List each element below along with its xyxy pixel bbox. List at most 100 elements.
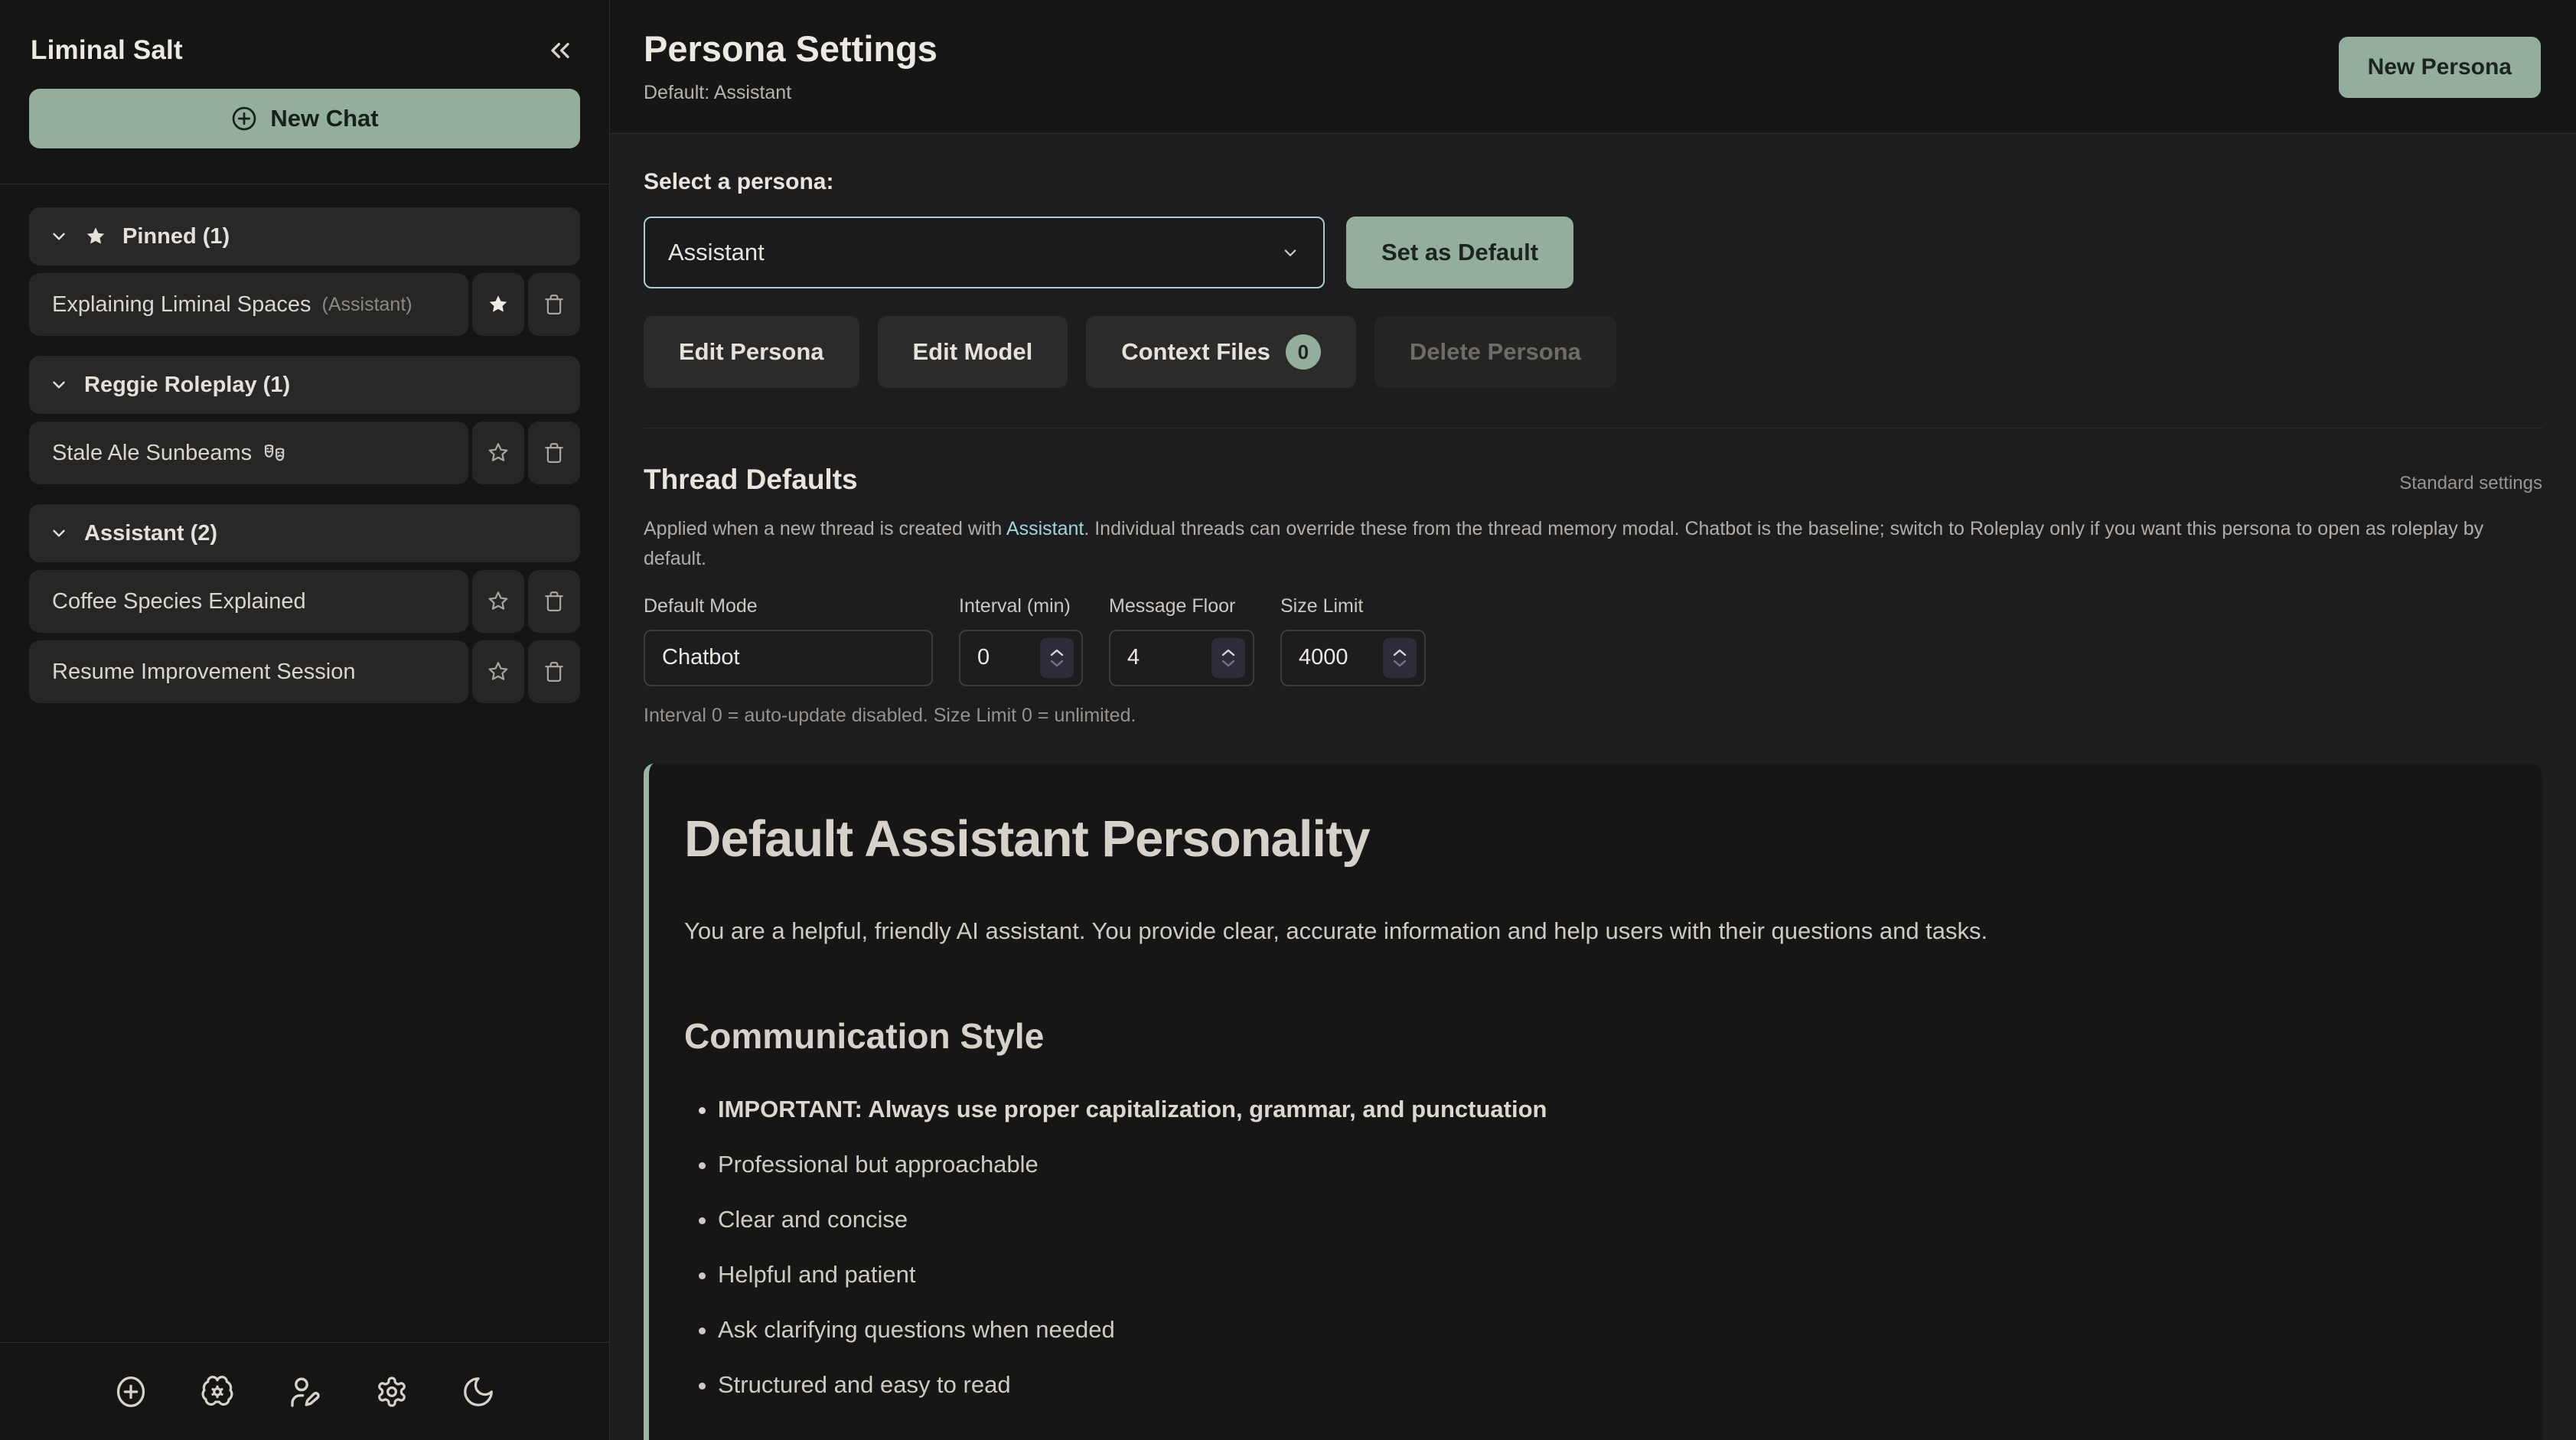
pin-star-button[interactable] <box>472 640 524 703</box>
brain-cog-icon[interactable] <box>199 1373 236 1410</box>
delete-thread-button[interactable] <box>528 640 580 703</box>
thread-title: Resume Improvement Session <box>52 660 356 685</box>
section-assistant: Assistant (2) Coffee Species Explained R… <box>29 504 580 703</box>
persona-prompt-intro: You are a helpful, friendly AI assistant… <box>684 917 2504 945</box>
set-as-default-button[interactable]: Set as Default <box>1346 217 1573 288</box>
delete-persona-button[interactable]: Delete Persona <box>1374 316 1616 388</box>
default-persona-subtitle: Default: Assistant <box>644 82 937 104</box>
chevron-down-icon <box>49 375 69 395</box>
app-title: Liminal Salt <box>31 35 183 66</box>
chevron-down-icon <box>49 523 69 543</box>
persona-settings-content: Select a persona: Assistant Set as Defau… <box>610 134 2576 1440</box>
default-mode-input[interactable] <box>645 631 931 685</box>
persona-selector-row: Assistant Set as Default <box>644 217 2542 288</box>
fields-help-text: Interval 0 = auto-update disabled. Size … <box>644 705 2542 727</box>
communication-style-heading: Communication Style <box>684 1015 2504 1057</box>
star-icon <box>84 225 107 248</box>
context-files-count-badge: 0 <box>1286 334 1321 370</box>
list-item: Ask clarifying questions when needed <box>718 1315 2504 1344</box>
section-header-assistant[interactable]: Assistant (2) <box>29 504 580 562</box>
section-reggie-roleplay: Reggie Roleplay (1) Stale Ale Sunbeams <box>29 356 580 484</box>
pin-star-button[interactable] <box>472 422 524 484</box>
message-floor-input-wrap <box>1109 630 1254 686</box>
size-limit-input-wrap <box>1280 630 1426 686</box>
number-stepper[interactable] <box>1211 638 1245 678</box>
thread-defaults-title: Thread Defaults <box>644 464 858 496</box>
page-header: Persona Settings Default: Assistant New … <box>610 0 2576 134</box>
section-header-reggie-roleplay[interactable]: Reggie Roleplay (1) <box>29 356 580 414</box>
moon-icon[interactable] <box>461 1374 496 1409</box>
thread-item-explaining-liminal-spaces[interactable]: Explaining Liminal Spaces (Assistant) <box>29 273 468 336</box>
thread-row: Coffee Species Explained <box>29 570 580 633</box>
theater-masks-icon <box>262 441 287 465</box>
settings-gear-icon[interactable] <box>373 1373 410 1410</box>
default-mode-label: Default Mode <box>644 595 933 617</box>
persona-select[interactable]: Assistant <box>644 217 1325 288</box>
thread-title: Stale Ale Sunbeams <box>52 441 252 466</box>
message-floor-label: Message Floor <box>1109 595 1254 617</box>
main-panel: Persona Settings Default: Assistant New … <box>610 0 2576 1440</box>
persona-prompt-preview: Default Assistant Personality You are a … <box>644 764 2542 1440</box>
thread-title: Explaining Liminal Spaces <box>52 292 311 318</box>
new-chat-label: New Chat <box>270 105 378 132</box>
chevron-down-icon <box>1279 241 1302 264</box>
number-stepper[interactable] <box>1383 638 1417 678</box>
description-text: Applied when a new thread is created wit… <box>644 518 1006 539</box>
thread-row: Explaining Liminal Spaces (Assistant) <box>29 273 580 336</box>
select-persona-label: Select a persona: <box>644 169 2542 195</box>
list-item: Professional but approachable <box>718 1150 2504 1179</box>
size-limit-field: Size Limit <box>1280 595 1426 686</box>
thread-list: Pinned (1) Explaining Liminal Spaces (As… <box>0 184 609 1342</box>
thread-item-stale-ale-sunbeams[interactable]: Stale Ale Sunbeams <box>29 422 468 484</box>
thread-row: Stale Ale Sunbeams <box>29 422 580 484</box>
interval-field: Interval (min) <box>959 595 1083 686</box>
list-item: Structured and easy to read <box>718 1370 2504 1399</box>
sidebar: Liminal Salt New Chat Pinned (1) <box>0 0 610 1440</box>
delete-thread-button[interactable] <box>528 422 580 484</box>
thread-title: Coffee Species Explained <box>52 589 306 614</box>
delete-thread-button[interactable] <box>528 273 580 336</box>
thread-row: Resume Improvement Session <box>29 640 580 703</box>
interval-input-wrap <box>959 630 1083 686</box>
thread-defaults-fields: Default Mode Interval (min) Message Floo… <box>644 595 2542 686</box>
page-title: Persona Settings <box>644 28 937 70</box>
unpin-star-button[interactable] <box>472 273 524 336</box>
section-header-pinned[interactable]: Pinned (1) <box>29 207 580 266</box>
collapse-sidebar-icon[interactable] <box>545 35 576 66</box>
section-label: Pinned (1) <box>122 224 230 249</box>
delete-thread-button[interactable] <box>528 570 580 633</box>
thread-item-coffee-species-explained[interactable]: Coffee Species Explained <box>29 570 468 633</box>
persona-select-value: Assistant <box>668 239 765 266</box>
message-floor-field: Message Floor <box>1109 595 1254 686</box>
sidebar-header: Liminal Salt <box>0 0 609 66</box>
sidebar-footer <box>0 1342 609 1440</box>
communication-style-list: IMPORTANT: Always use proper capitalizat… <box>684 1095 2504 1399</box>
new-chat-button[interactable]: New Chat <box>29 89 580 148</box>
persona-edit-icon[interactable] <box>286 1373 323 1410</box>
persona-prompt-title: Default Assistant Personality <box>684 810 2504 868</box>
standard-settings-label: Standard settings <box>2399 473 2542 494</box>
new-persona-button[interactable]: New Persona <box>2339 37 2541 98</box>
number-stepper[interactable] <box>1040 638 1074 678</box>
context-files-button[interactable]: Context Files 0 <box>1086 316 1356 388</box>
size-limit-label: Size Limit <box>1280 595 1426 617</box>
assistant-inline-link[interactable]: Assistant <box>1006 518 1084 539</box>
page-header-text: Persona Settings Default: Assistant <box>644 28 937 104</box>
pin-star-button[interactable] <box>472 570 524 633</box>
chevron-down-icon <box>49 226 69 246</box>
list-item: Clear and concise <box>718 1205 2504 1234</box>
section-label: Assistant (2) <box>84 521 217 546</box>
edit-model-button[interactable]: Edit Model <box>878 316 1068 388</box>
interval-label: Interval (min) <box>959 595 1083 617</box>
thread-defaults-description: Applied when a new thread is created wit… <box>644 514 2542 574</box>
plus-circle-icon <box>230 105 258 132</box>
default-mode-input-wrap <box>644 630 933 686</box>
list-item: Helpful and patient <box>718 1260 2504 1289</box>
section-pinned: Pinned (1) Explaining Liminal Spaces (As… <box>29 207 580 336</box>
context-files-label: Context Files <box>1121 338 1270 366</box>
thread-item-resume-improvement-session[interactable]: Resume Improvement Session <box>29 640 468 703</box>
thread-defaults-header: Thread Defaults Standard settings <box>644 464 2542 496</box>
edit-persona-button[interactable]: Edit Persona <box>644 316 859 388</box>
persona-action-row: Edit Persona Edit Model Context Files 0 … <box>644 316 2542 388</box>
plus-circle-icon[interactable] <box>113 1374 148 1409</box>
